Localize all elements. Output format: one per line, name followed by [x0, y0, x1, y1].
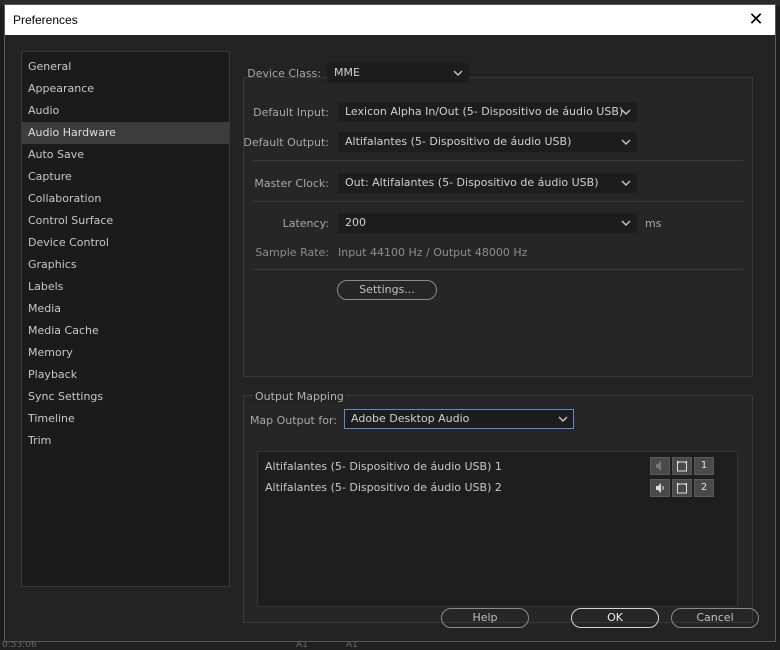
- sample-rate-label: Sample Rate:: [255, 246, 329, 259]
- map-output-select[interactable]: Adobe Desktop Audio: [344, 409, 574, 429]
- list-item[interactable]: Altifalantes (5- Dispositivo de áudio US…: [265, 481, 502, 494]
- title-bar: Preferences ✕: [5, 5, 775, 35]
- channel-solo-button[interactable]: [650, 479, 670, 497]
- sidebar-item-audio-hardware[interactable]: Audio Hardware: [22, 122, 229, 144]
- default-output-value: Altifalantes (5- Dispositivo de áudio US…: [345, 135, 572, 148]
- settings-button[interactable]: Settings...: [337, 280, 437, 300]
- speaker-icon: [656, 483, 664, 493]
- map-output-label: Map Output for:: [249, 414, 337, 427]
- device-class-label: Device Class:: [247, 67, 321, 80]
- sidebar-item-media[interactable]: Media: [22, 298, 229, 320]
- latency-unit: ms: [645, 217, 662, 230]
- default-input-label: Default Input:: [253, 106, 329, 119]
- window-title: Preferences: [13, 13, 78, 27]
- divider: [253, 160, 743, 161]
- channel-map-button[interactable]: [672, 479, 692, 497]
- sidebar-item-audio[interactable]: Audio: [22, 100, 229, 122]
- ok-button[interactable]: OK: [571, 608, 659, 628]
- sidebar-item-device-control[interactable]: Device Control: [22, 232, 229, 254]
- sidebar-item-labels[interactable]: Labels: [22, 276, 229, 298]
- sidebar-item-trim[interactable]: Trim: [22, 430, 229, 452]
- master-clock-select[interactable]: Out: Altifalantes (5- Dispositivo de áud…: [338, 173, 637, 193]
- map-output-value: Adobe Desktop Audio: [351, 412, 470, 425]
- chevron-down-icon: [621, 139, 631, 145]
- master-clock-value: Out: Altifalantes (5- Dispositivo de áud…: [345, 176, 599, 189]
- sample-rate-value: Input 44100 Hz / Output 48000 Hz: [338, 246, 528, 259]
- default-input-value: Lexicon Alpha In/Out (5- Dispositivo de …: [345, 105, 624, 118]
- chevron-down-icon: [621, 180, 631, 186]
- latency-label: Latency:: [282, 217, 329, 230]
- default-input-select[interactable]: Lexicon Alpha In/Out (5- Dispositivo de …: [338, 102, 637, 122]
- sidebar-item-timeline[interactable]: Timeline: [22, 408, 229, 430]
- list-item[interactable]: Altifalantes (5- Dispositivo de áudio US…: [265, 460, 502, 473]
- sidebar-item-control-surface[interactable]: Control Surface: [22, 210, 229, 232]
- preferences-dialog: Preferences ✕ General Appearance Audio A…: [4, 4, 776, 642]
- preferences-sidebar: General Appearance Audio Audio Hardware …: [21, 51, 230, 587]
- master-clock-label: Master Clock:: [254, 177, 329, 190]
- chevron-down-icon: [621, 109, 631, 115]
- cancel-button[interactable]: Cancel: [671, 608, 759, 628]
- sidebar-item-sync-settings[interactable]: Sync Settings: [22, 386, 229, 408]
- channel-map-button[interactable]: [672, 457, 692, 475]
- output-mapping-legend: Output Mapping: [253, 390, 346, 403]
- sidebar-item-playback[interactable]: Playback: [22, 364, 229, 386]
- device-class-value: MME: [334, 66, 360, 79]
- chevron-down-icon: [621, 220, 631, 226]
- default-output-label: Default Output:: [243, 136, 329, 149]
- channel-number-1[interactable]: 1: [694, 457, 714, 475]
- sidebar-item-memory[interactable]: Memory: [22, 342, 229, 364]
- output-mapping-list[interactable]: Altifalantes (5- Dispositivo de áudio US…: [257, 451, 738, 607]
- device-class-select[interactable]: MME: [327, 63, 469, 83]
- channel-map-icon: [676, 460, 688, 472]
- channel-number-2[interactable]: 2: [694, 479, 714, 497]
- default-output-select[interactable]: Altifalantes (5- Dispositivo de áudio US…: [338, 132, 637, 152]
- divider: [253, 269, 743, 270]
- channel-map-icon: [676, 482, 688, 494]
- divider: [253, 201, 743, 202]
- help-button[interactable]: Help: [441, 608, 529, 628]
- sidebar-item-collaboration[interactable]: Collaboration: [22, 188, 229, 210]
- close-icon[interactable]: ✕: [745, 9, 767, 31]
- sidebar-item-auto-save[interactable]: Auto Save: [22, 144, 229, 166]
- sidebar-item-general[interactable]: General: [22, 56, 229, 78]
- chevron-down-icon: [558, 416, 568, 422]
- latency-select[interactable]: 200: [338, 213, 637, 233]
- speaker-icon: [656, 461, 661, 471]
- channel-solo-button[interactable]: [650, 457, 670, 475]
- sidebar-item-media-cache[interactable]: Media Cache: [22, 320, 229, 342]
- sidebar-item-capture[interactable]: Capture: [22, 166, 229, 188]
- sidebar-item-graphics[interactable]: Graphics: [22, 254, 229, 276]
- sidebar-item-appearance[interactable]: Appearance: [22, 78, 229, 100]
- chevron-down-icon: [453, 70, 463, 76]
- latency-value: 200: [345, 216, 366, 229]
